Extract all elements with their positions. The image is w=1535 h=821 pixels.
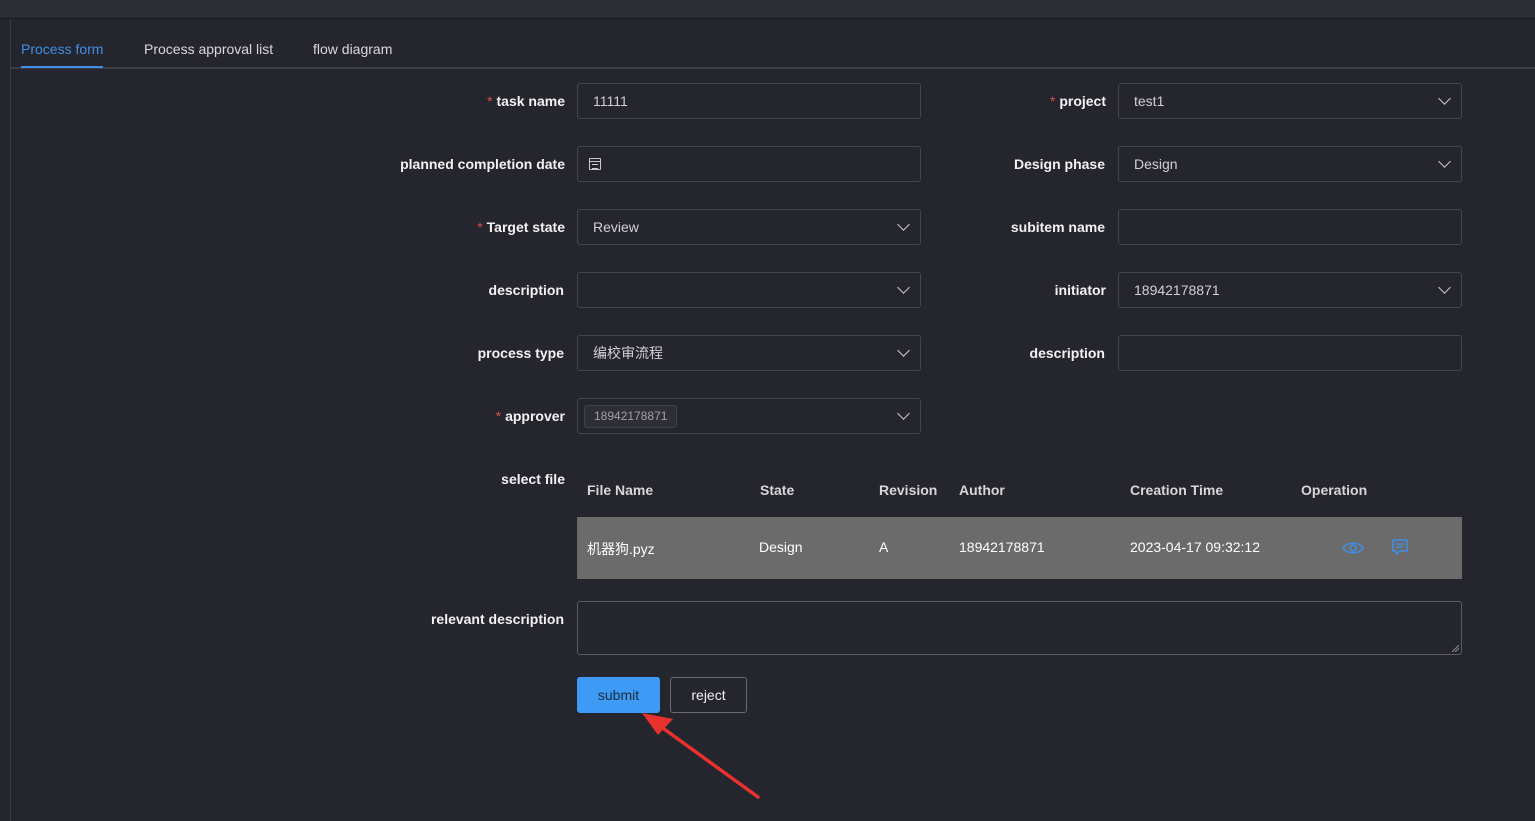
annotation-arrow [642,713,760,799]
